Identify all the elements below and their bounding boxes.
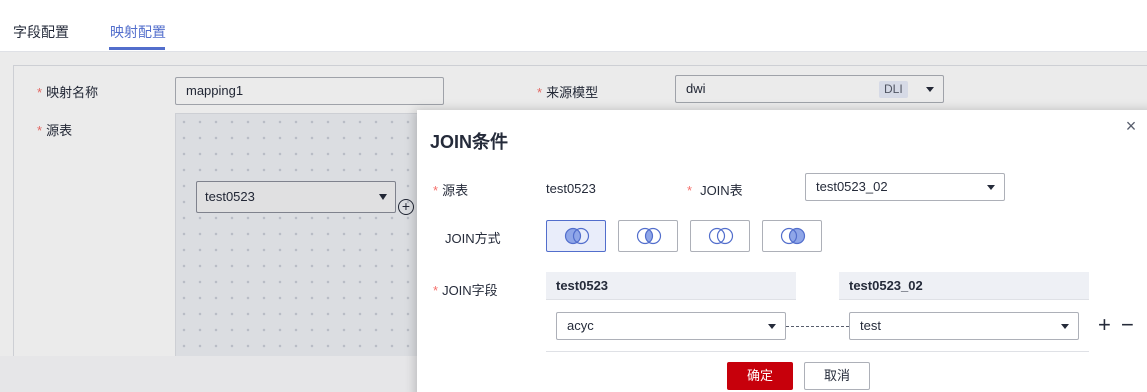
- cancel-button[interactable]: 取消: [804, 362, 870, 390]
- add-icon[interactable]: +: [1098, 314, 1111, 336]
- chevron-down-icon: [1061, 324, 1069, 329]
- full-join-icon: [708, 227, 734, 245]
- join-condition-dialog: JOIN条件 × * 源表 test0523 * JOIN表 test0523_02…: [417, 110, 1147, 392]
- join-type-label: JOIN方式: [445, 231, 501, 246]
- right-field-select[interactable]: test: [849, 312, 1079, 340]
- required-marker: *: [433, 183, 439, 198]
- left-column-header: test0523: [546, 272, 796, 300]
- join-table-label: * JOIN表: [687, 180, 743, 199]
- field-connector-line: [786, 326, 849, 327]
- required-marker: *: [687, 183, 693, 198]
- chevron-down-icon: [768, 324, 776, 329]
- tab-mapping-config[interactable]: 映射配置: [110, 22, 166, 42]
- chevron-down-icon: [987, 185, 995, 190]
- right-field-value: test: [860, 318, 881, 333]
- join-field-label-text: JOIN字段: [442, 283, 498, 298]
- join-table-value: test0523_02: [816, 179, 888, 194]
- dialog-source-table-label-text: 源表: [442, 183, 469, 198]
- inner-join-button[interactable]: [618, 220, 678, 252]
- minus-icon[interactable]: −: [1121, 314, 1134, 336]
- dialog-source-table-label: * 源表: [433, 180, 468, 199]
- bottom-strip: [0, 356, 420, 392]
- inner-join-icon: [636, 227, 662, 245]
- divider: [546, 299, 796, 300]
- left-join-button[interactable]: [546, 220, 606, 252]
- dialog-source-table-value: test0523: [546, 181, 596, 196]
- join-field-label: * JOIN字段: [433, 280, 498, 299]
- active-tab-indicator: [109, 47, 165, 50]
- divider: [546, 351, 1089, 352]
- tab-field-config[interactable]: 字段配置: [13, 22, 69, 42]
- dialog-title: JOIN条件: [430, 132, 509, 152]
- required-marker: *: [433, 283, 439, 298]
- left-join-icon: [564, 227, 590, 245]
- left-field-select[interactable]: acyc: [556, 312, 786, 340]
- divider: [839, 299, 1089, 300]
- left-field-value: acyc: [567, 318, 594, 333]
- right-column-header: test0523_02: [839, 272, 1089, 300]
- tab-bar: 字段配置 映射配置: [0, 0, 1147, 52]
- right-join-button[interactable]: [762, 220, 822, 252]
- join-table-select[interactable]: test0523_02: [805, 173, 1005, 201]
- right-join-icon: [780, 227, 806, 245]
- full-join-button[interactable]: [690, 220, 750, 252]
- confirm-button[interactable]: 确定: [727, 362, 793, 390]
- close-icon[interactable]: ×: [1123, 117, 1139, 135]
- join-table-label-text: JOIN表: [700, 183, 743, 198]
